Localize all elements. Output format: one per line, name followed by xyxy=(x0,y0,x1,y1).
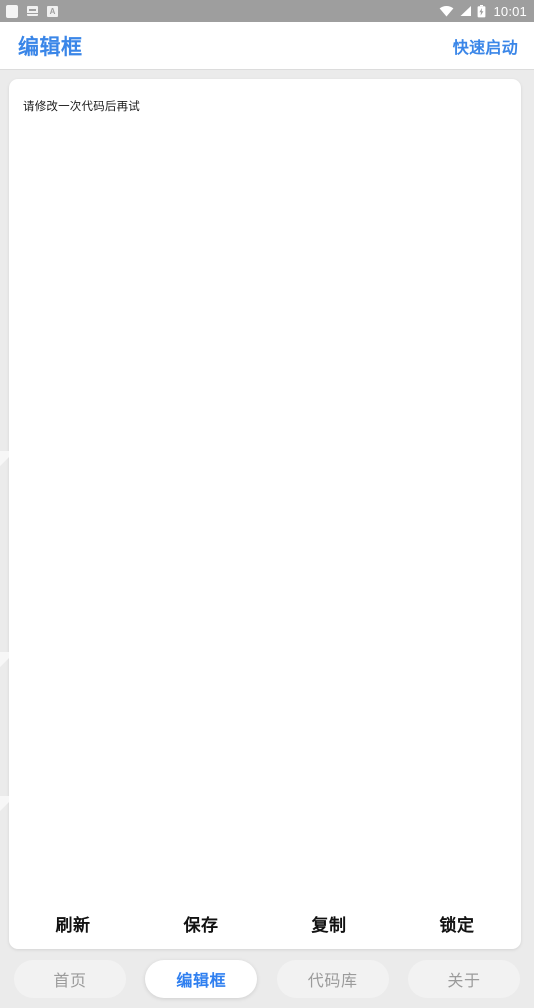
status-bar-clock: 10:01 xyxy=(493,3,527,19)
lock-button[interactable]: 锁定 xyxy=(393,911,521,936)
quick-launch-button[interactable]: 快速启动 xyxy=(453,34,518,58)
screenshot-icon xyxy=(27,6,38,16)
copy-button[interactable]: 复制 xyxy=(265,911,393,936)
editor-action-bar: 刷新 保存 复制 锁定 xyxy=(9,897,521,949)
wifi-icon xyxy=(440,5,454,17)
bottom-tab-bar: 首页 编辑框 代码库 关于 xyxy=(0,949,534,1008)
render-artifact xyxy=(0,796,9,818)
battery-charging-icon xyxy=(478,4,486,17)
signal-icon xyxy=(460,6,472,16)
letter-a-icon: A xyxy=(47,5,58,17)
status-bar-notifications: A xyxy=(6,4,58,18)
tab-home[interactable]: 首页 xyxy=(14,959,126,998)
status-bar: A 10:01 xyxy=(0,0,534,22)
page-body: 请修改一次代码后再试 刷新 保存 复制 锁定 xyxy=(0,70,534,949)
tab-about[interactable]: 关于 xyxy=(407,959,520,998)
blank-app-icon xyxy=(6,4,18,18)
code-editor-input[interactable]: 请修改一次代码后再试 xyxy=(9,79,521,897)
app-header: 编辑框 快速启动 xyxy=(0,22,534,70)
status-bar-system: 10:01 xyxy=(439,4,527,19)
page-title: 编辑框 xyxy=(18,35,83,59)
refresh-button[interactable]: 刷新 xyxy=(9,911,137,936)
editor-card: 请修改一次代码后再试 刷新 保存 复制 锁定 xyxy=(9,79,521,949)
render-artifact xyxy=(0,652,9,674)
save-button[interactable]: 保存 xyxy=(137,911,265,936)
render-artifact xyxy=(0,451,9,473)
tab-code-library[interactable]: 代码库 xyxy=(276,959,389,998)
tab-editor[interactable]: 编辑框 xyxy=(145,959,258,998)
